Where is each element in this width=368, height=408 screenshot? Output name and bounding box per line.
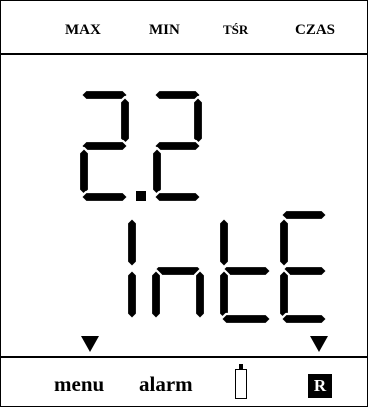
decimal-point: [136, 191, 146, 201]
char-t: [217, 216, 273, 326]
menu-indicator-arrow-icon: [81, 336, 99, 352]
char-E: [277, 208, 329, 326]
digit-2-first: [77, 88, 132, 204]
battery-terminal: [239, 364, 243, 369]
digit-2-second: [150, 88, 205, 204]
main-value-display: [77, 88, 205, 204]
r-indicator-arrow-icon: [310, 336, 328, 352]
secondary-text-display: [125, 208, 329, 326]
r-button[interactable]: R: [308, 374, 332, 398]
menu-button[interactable]: menu: [54, 372, 104, 396]
bottom-bar: menu alarm R: [1, 356, 367, 408]
char-n: [149, 264, 207, 321]
battery-icon: [235, 364, 247, 399]
alarm-button[interactable]: alarm: [139, 372, 193, 396]
char-I: [125, 216, 139, 321]
